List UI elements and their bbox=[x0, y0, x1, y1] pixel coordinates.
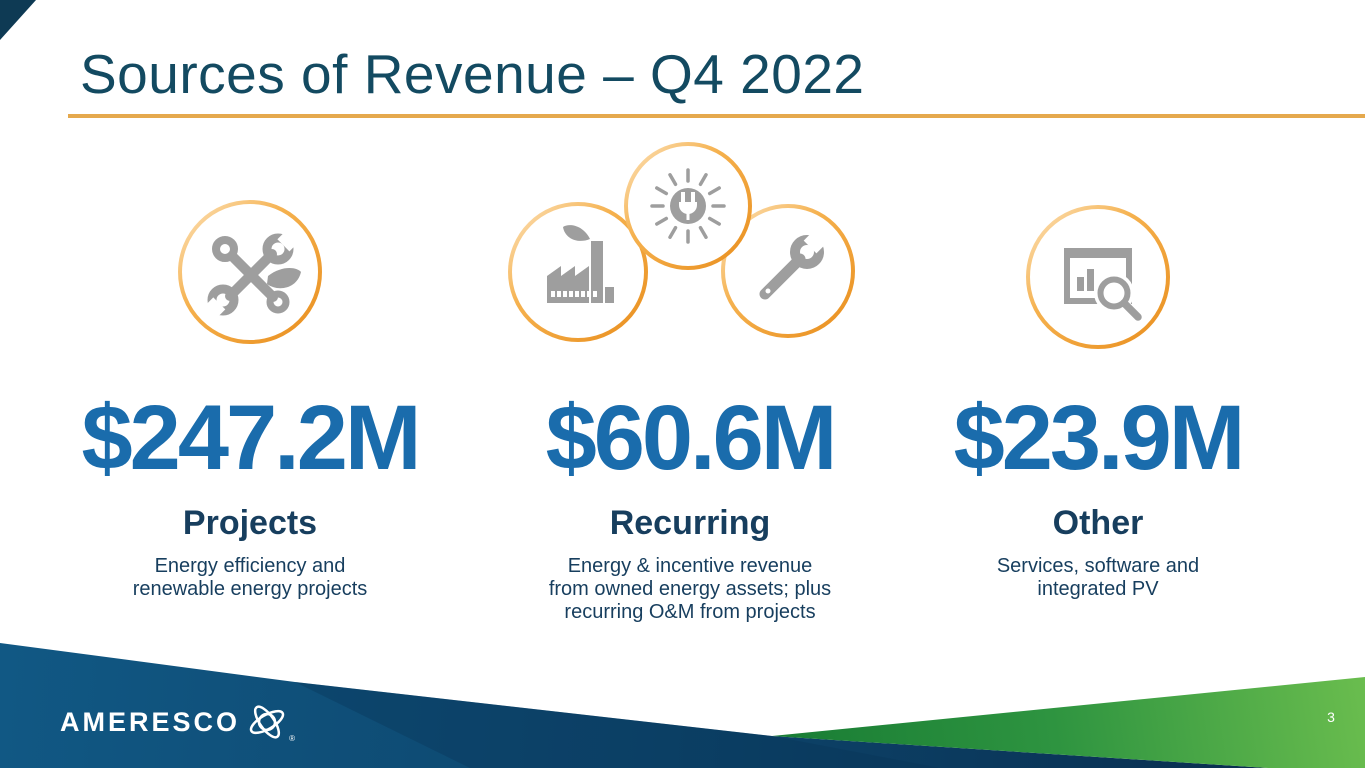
amount-recurring: $60.6M bbox=[504, 390, 876, 486]
orange-ring bbox=[1028, 207, 1168, 347]
orange-ring bbox=[510, 204, 646, 340]
description-recurring: Energy & incentive revenue from owned en… bbox=[504, 555, 876, 624]
sun-plug-icon bbox=[626, 144, 750, 268]
revenue-column-projects: $247.2M Projects Energy efficiency and r… bbox=[64, 390, 436, 601]
slide-title: Sources of Revenue – Q4 2022 bbox=[80, 42, 865, 106]
registered-trademark: ® bbox=[289, 734, 295, 743]
ameresco-logo: AMERESCO ® bbox=[60, 702, 291, 742]
orbit-icon: ® bbox=[245, 702, 291, 742]
revenue-column-other: $23.9M Other Services, software and inte… bbox=[912, 390, 1284, 601]
logo-wordmark: AMERESCO bbox=[60, 702, 240, 742]
slide-root: Sources of Revenue – Q4 2022 bbox=[0, 0, 1365, 768]
label-recurring: Recurring bbox=[504, 504, 876, 542]
label-other: Other bbox=[912, 504, 1284, 542]
description-projects: Energy efficiency and renewable energy p… bbox=[64, 555, 436, 601]
recurring-icon-graphic bbox=[495, 135, 870, 350]
corner-accent-triangle bbox=[0, 0, 36, 40]
revenue-column-recurring: $60.6M Recurring Energy & incentive reve… bbox=[504, 390, 876, 624]
amount-other: $23.9M bbox=[912, 390, 1284, 486]
page-number: 3 bbox=[1318, 709, 1344, 725]
description-other: Services, software and integrated PV bbox=[912, 555, 1284, 601]
amount-projects: $247.2M bbox=[64, 390, 436, 486]
label-projects: Projects bbox=[64, 504, 436, 542]
title-underline bbox=[68, 114, 1365, 118]
factory-leaf-icon bbox=[510, 204, 646, 340]
other-icon-graphic bbox=[1018, 197, 1178, 357]
projects-icon-graphic bbox=[170, 192, 330, 352]
